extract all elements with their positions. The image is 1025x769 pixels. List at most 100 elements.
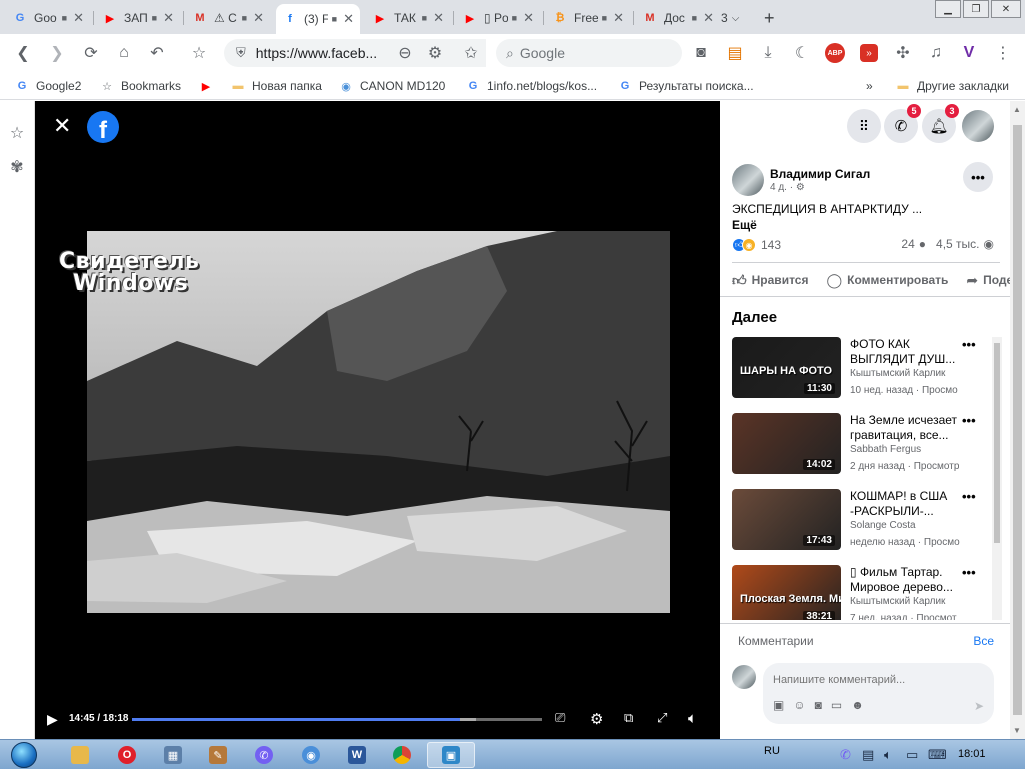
adblock-icon[interactable]: ABP bbox=[824, 42, 846, 64]
extensions-puzzle-icon[interactable]: ✣ bbox=[892, 42, 914, 64]
video-thumbnail[interactable]: ШАРЫ НА ФОТО 11:30 bbox=[732, 337, 841, 398]
bookmark-other[interactable]: ▬ Другие закладки bbox=[895, 78, 1009, 94]
like-button[interactable]: 👍︎ Нравится bbox=[732, 268, 808, 292]
taskbar-network[interactable]: ▦ bbox=[153, 742, 193, 768]
tray-keyboard-icon[interactable]: ⌨ bbox=[928, 747, 947, 763]
bookmark-item[interactable]: ▶ bbox=[198, 78, 220, 94]
tab-1[interactable]: ▶ ЗАП ■ ✕ bbox=[96, 4, 180, 32]
video-title[interactable]: ФОТО КАК ВЫГЛЯДИТ ДУШ... bbox=[850, 337, 958, 367]
address-bar[interactable]: ⛨ https://www.faceb... bbox=[224, 39, 486, 67]
next-video-item[interactable]: ШАРЫ НА ФОТО 11:30 ФОТО КАК ВЫГЛЯДИТ ДУШ..… bbox=[732, 337, 994, 403]
video-thumbnail[interactable]: 17:43 bbox=[732, 489, 841, 550]
settings-gear-icon[interactable]: ⚙ bbox=[590, 710, 603, 728]
close-tab-icon[interactable]: ✕ bbox=[73, 10, 84, 26]
commenter-avatar[interactable] bbox=[732, 665, 756, 689]
bookmark-star-button[interactable]: ☆ bbox=[188, 42, 210, 64]
tab-6[interactable]: ₿ Free ■ ✕ bbox=[546, 4, 630, 32]
share-button[interactable]: ➦ Поде bbox=[966, 268, 1010, 292]
post-author[interactable]: Владимир Сигал bbox=[770, 167, 870, 181]
viber-extension-icon[interactable]: V bbox=[958, 42, 980, 64]
favorites-star-icon[interactable]: ☆ bbox=[7, 123, 27, 143]
bookmark-item[interactable]: G 1info.net/blogs/kos... bbox=[465, 78, 597, 94]
taskbar-word[interactable]: W bbox=[337, 742, 377, 768]
comment-button[interactable]: ◯ Комментировать bbox=[826, 268, 948, 292]
media-queue-icon[interactable]: ♫ bbox=[925, 42, 947, 64]
bookmark-item[interactable]: G Результаты поиска... bbox=[617, 78, 754, 94]
captions-icon[interactable]: ⎚ bbox=[555, 710, 565, 726]
video-options-icon[interactable]: ••• bbox=[962, 337, 976, 352]
profile-avatar[interactable] bbox=[962, 110, 994, 142]
panel-scrollbar[interactable]: ▲ ▼ bbox=[1010, 101, 1025, 739]
dark-mode-icon[interactable]: ☾ bbox=[791, 42, 813, 64]
tab-7[interactable]: M Дос ■ ✕ bbox=[636, 4, 720, 32]
bookmarks-overflow-icon[interactable]: » bbox=[866, 78, 873, 94]
bookmark-item[interactable]: G Google2 bbox=[14, 78, 82, 94]
tray-viber-icon[interactable]: ✆ bbox=[840, 747, 851, 763]
start-button[interactable] bbox=[4, 740, 44, 769]
tab-4[interactable]: ▶ ТАК ■ ✕ bbox=[366, 4, 450, 32]
volume-icon[interactable]: 🔈︎ bbox=[688, 710, 697, 727]
restore-button[interactable]: ❐ bbox=[963, 0, 989, 18]
video-options-icon[interactable]: ••• bbox=[962, 565, 976, 580]
language-indicator[interactable]: RU bbox=[764, 745, 780, 757]
tray-volume-icon[interactable]: 🔈︎ bbox=[884, 747, 892, 763]
close-tab-icon[interactable]: ✕ bbox=[613, 10, 624, 26]
video-title[interactable]: ▯ Фильм Тартар. Мировое дерево... bbox=[850, 565, 958, 595]
tab-3[interactable]: f (3) F ■ ✕ bbox=[276, 4, 360, 34]
send-icon[interactable]: ➤ bbox=[974, 699, 984, 713]
next-video-item[interactable]: Плоская Земля. Мировое Древо 38:21 ▯ Фильм… bbox=[732, 565, 994, 620]
menu-kebab-icon[interactable]: ⋮ bbox=[992, 42, 1014, 64]
close-tab-icon[interactable]: ✕ bbox=[343, 11, 354, 27]
minimize-button[interactable]: ▁ bbox=[935, 0, 961, 18]
bookmark-item[interactable]: ▬ Новая папка bbox=[230, 78, 322, 94]
next-video-item[interactable]: 14:02 На Земле исчезает гравитация, все..… bbox=[732, 413, 994, 479]
taskbar-active-app[interactable]: ▣ bbox=[427, 742, 475, 768]
new-tab-button[interactable]: + bbox=[758, 4, 782, 32]
video-player[interactable]: ✕ f Свидетель Windows ▶ 14:45 / 18:18 ⎚ … bbox=[35, 101, 720, 739]
menu-grid-icon[interactable]: ⠿ bbox=[847, 109, 881, 143]
next-list-scrollbar[interactable] bbox=[992, 337, 1002, 620]
post-author-avatar[interactable] bbox=[732, 164, 764, 196]
close-tab-icon[interactable]: ✕ bbox=[253, 10, 264, 26]
video-thumbnail[interactable]: Плоская Земля. Мировое Древо 38:21 bbox=[732, 565, 841, 620]
close-window-button[interactable]: ✕ bbox=[991, 0, 1021, 18]
forward-button[interactable]: ❯ bbox=[46, 42, 68, 64]
close-tab-icon[interactable]: ✕ bbox=[523, 10, 534, 26]
taskbar-opera[interactable]: O bbox=[107, 742, 147, 768]
close-tab-icon[interactable]: ✕ bbox=[163, 10, 174, 26]
close-tab-icon[interactable]: ✕ bbox=[703, 10, 714, 26]
post-options-icon[interactable]: ••• bbox=[963, 162, 993, 192]
progress-bar[interactable] bbox=[132, 718, 542, 721]
bookmark-share-icon[interactable]: ✾ bbox=[7, 157, 27, 177]
taskbar-chromium[interactable]: ◉ bbox=[291, 742, 331, 768]
scroll-down-icon[interactable]: ▼ bbox=[1013, 726, 1021, 735]
tab-overflow-button[interactable]: 3 ⌵ bbox=[715, 4, 751, 32]
comments-count[interactable]: 24 bbox=[901, 237, 914, 251]
video-channel[interactable]: Кыштымский Карлик bbox=[850, 596, 945, 607]
gif-icon[interactable]: ▭ bbox=[831, 698, 842, 712]
camera-icon[interactable]: ◙ bbox=[815, 698, 822, 712]
tray-monitor-icon[interactable]: ▭ bbox=[906, 747, 918, 763]
comments-filter-all[interactable]: Все bbox=[973, 634, 994, 648]
tab-2[interactable]: M ⚠ С ■ ✕ bbox=[186, 4, 270, 32]
taskbar-viber[interactable]: ✆ bbox=[244, 742, 284, 768]
video-channel[interactable]: Solange Costa bbox=[850, 520, 916, 531]
play-icon[interactable]: ▶ bbox=[47, 711, 58, 728]
reload-button[interactable]: ⟳ bbox=[80, 42, 102, 64]
zoom-icon[interactable]: ⊖ bbox=[394, 42, 416, 64]
video-title[interactable]: КОШМАР! в США -РАСКРЫЛИ-... bbox=[850, 489, 958, 519]
messenger-icon[interactable]: ✆ 5 bbox=[884, 104, 921, 143]
comment-composer[interactable]: ▣ ☺ ◙ ▭ ☻ ➤ bbox=[763, 663, 994, 724]
tab-0[interactable]: G Goo ■ ✕ bbox=[6, 4, 90, 32]
bookmark-item[interactable]: ☆ Bookmarks bbox=[99, 78, 181, 94]
screenshot-icon[interactable]: ◙ bbox=[690, 42, 712, 64]
post-see-more-link[interactable]: Ещё bbox=[732, 218, 757, 232]
taskbar-chrome[interactable] bbox=[382, 742, 422, 768]
scroll-up-icon[interactable]: ▲ bbox=[1013, 105, 1021, 114]
download-icon[interactable]: ⤓ bbox=[757, 42, 779, 64]
tab-5[interactable]: ▶ ▯ Po ■ ✕ bbox=[456, 4, 540, 32]
notes-extension-icon[interactable]: ▤ bbox=[724, 42, 746, 64]
home-button[interactable]: ⌂ bbox=[113, 42, 135, 64]
emoji-icon[interactable]: ☺ bbox=[793, 698, 805, 712]
search-box[interactable]: ⌕ Google bbox=[496, 39, 682, 67]
